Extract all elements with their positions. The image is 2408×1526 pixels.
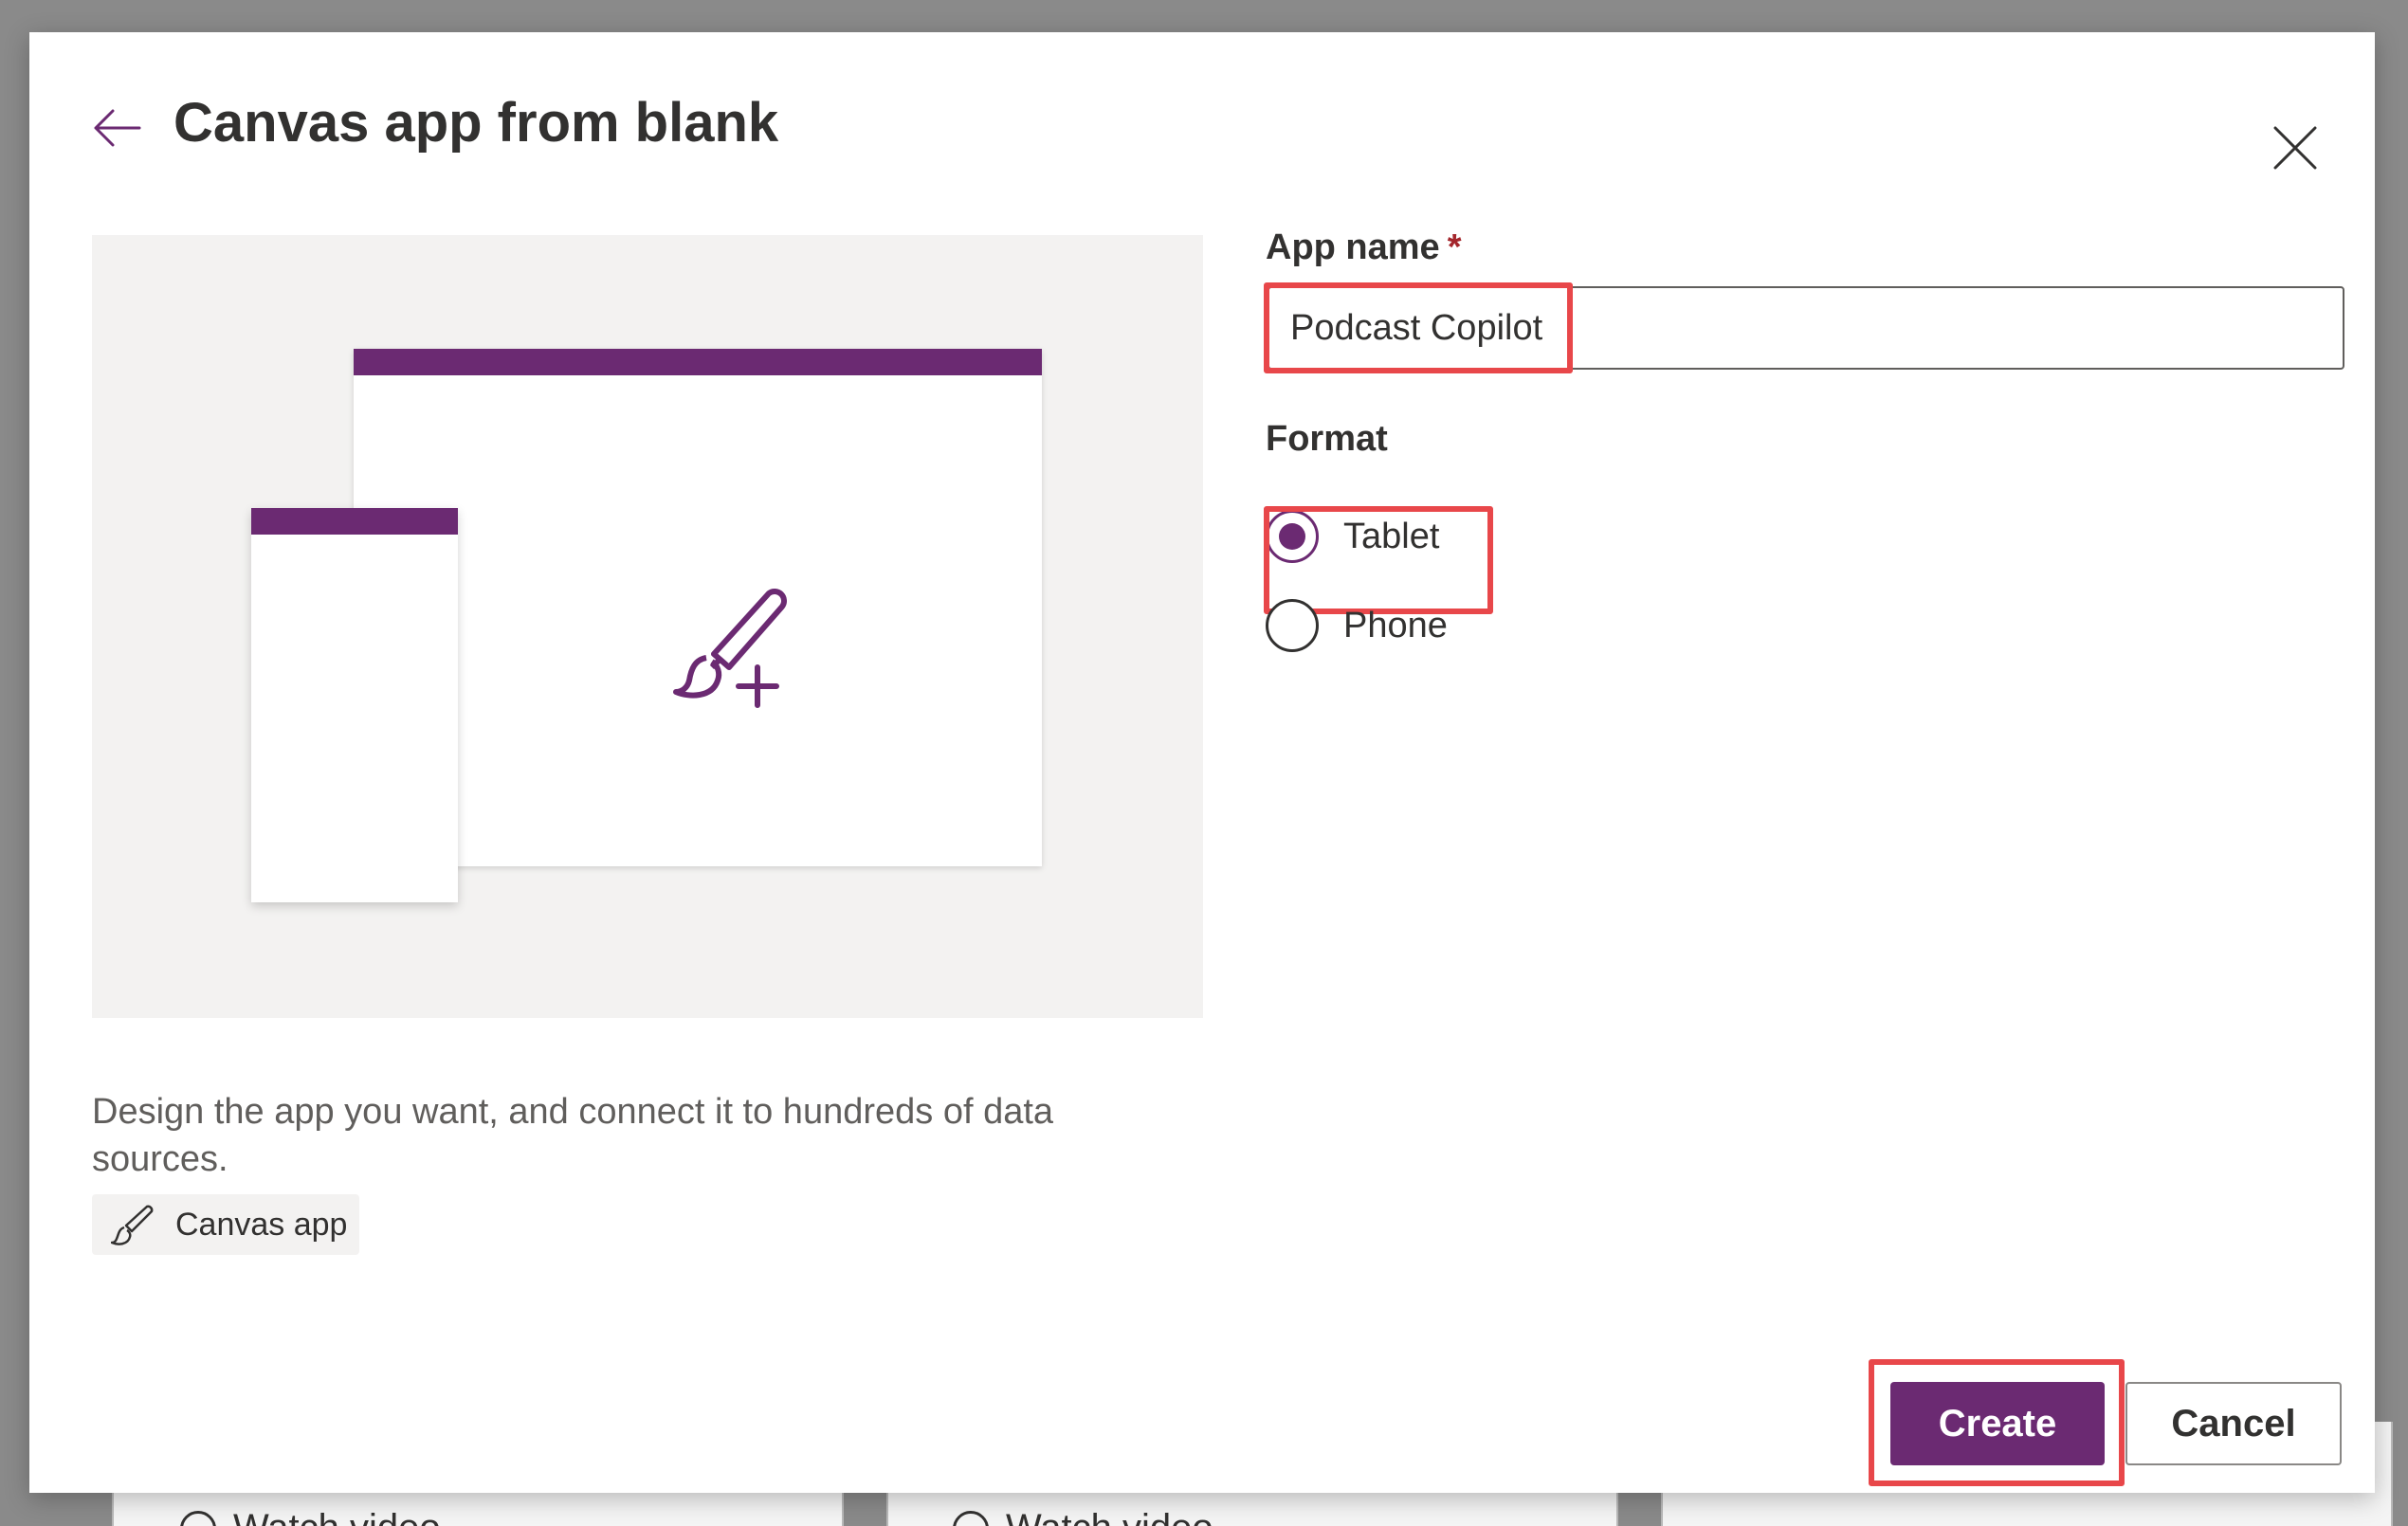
paintbrush-plus-icon — [673, 589, 787, 708]
app-preview-illustration — [92, 235, 1203, 1018]
paintbrush-icon — [111, 1205, 154, 1245]
dialog-title: Canvas app from blank — [173, 92, 779, 154]
app-name-label: App name * — [1266, 227, 1462, 268]
create-button[interactable]: Create — [1890, 1382, 2105, 1465]
close-button[interactable] — [2257, 110, 2333, 186]
format-label: Format — [1266, 419, 1388, 459]
phone-header-bar — [251, 508, 458, 535]
required-asterisk: * — [1447, 227, 1462, 267]
cancel-button[interactable]: Cancel — [2125, 1382, 2342, 1465]
radio-dot — [1279, 523, 1305, 550]
create-app-dialog: Canvas app from blank Design the app you… — [29, 32, 2375, 1493]
tablet-header-bar — [354, 349, 1042, 375]
format-option-tablet[interactable]: Tablet — [1266, 510, 1439, 563]
app-type-tag: Canvas app — [92, 1194, 359, 1255]
radio-button-checked[interactable] — [1266, 510, 1319, 563]
watch-video-link[interactable]: Watch video — [180, 1507, 441, 1526]
watch-video-label: Watch video — [1006, 1507, 1213, 1526]
format-option-phone[interactable]: Phone — [1266, 599, 1448, 652]
play-circle-icon — [180, 1510, 216, 1526]
app-description: Design the app you want, and connect it … — [92, 1092, 1054, 1179]
back-button[interactable] — [86, 97, 149, 159]
play-circle-icon — [953, 1510, 989, 1526]
back-arrow-icon — [94, 109, 141, 147]
app-name-label-text: App name — [1266, 227, 1440, 267]
app-name-input[interactable] — [1268, 286, 2344, 370]
phone-frame — [251, 508, 458, 902]
close-icon — [2273, 126, 2317, 170]
format-option-label: Phone — [1343, 605, 1448, 645]
watch-video-label: Watch video — [233, 1507, 441, 1526]
format-option-label: Tablet — [1343, 516, 1440, 556]
tag-label: Canvas app — [175, 1206, 348, 1243]
radio-button-unchecked[interactable] — [1266, 599, 1319, 652]
watch-video-link[interactable]: Watch video — [953, 1507, 1213, 1526]
